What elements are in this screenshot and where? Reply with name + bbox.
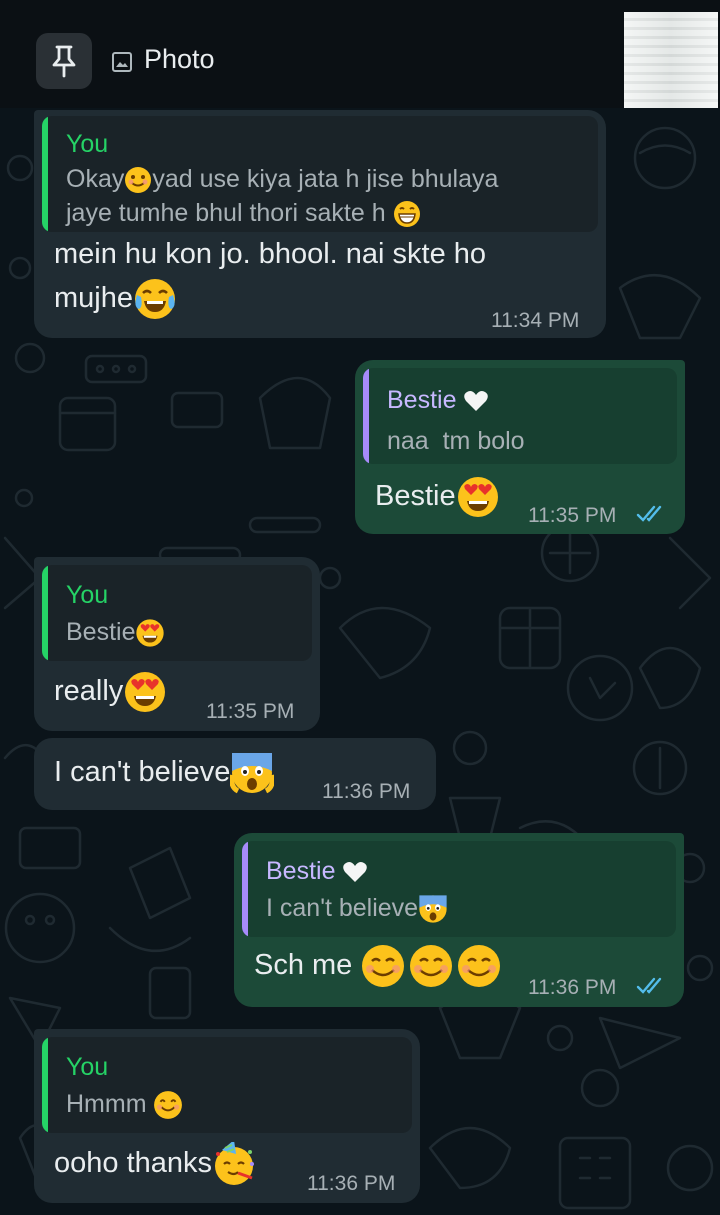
message-bubble[interactable]: You Bestie really 11:35 PM (34, 557, 320, 731)
message-time: 11:35 PM (206, 700, 295, 723)
quote-accent-bar (42, 116, 48, 232)
image-icon (112, 52, 132, 72)
white-heart-icon (464, 391, 489, 412)
quoted-message[interactable]: Bestie I can't believe (242, 841, 676, 937)
quoted-message[interactable]: You Hmmm (42, 1037, 412, 1133)
quote-accent-bar (42, 1037, 48, 1133)
read-ticks-icon (636, 977, 662, 994)
quote-sender-name: Bestie (266, 857, 368, 886)
message-time: 11:36 PM (322, 780, 411, 803)
message-time: 11:36 PM (528, 976, 617, 999)
quoted-message[interactable]: You Bestie (42, 565, 312, 661)
message-time: 11:35 PM (528, 504, 617, 527)
quote-accent-bar (242, 841, 248, 937)
tears-of-joy-emoji-icon (135, 279, 175, 320)
quote-sender-name: You (66, 1053, 109, 1081)
quote-accent-bar (363, 368, 369, 464)
message-bubble[interactable]: You Okay yad use kiya jata h jise bhulaya… (34, 110, 606, 338)
white-heart-icon (343, 862, 368, 883)
pin-icon (52, 45, 76, 78)
read-ticks-icon (636, 505, 662, 522)
message-bubble[interactable]: You Hmmm ooho thanks 11:36 PM (34, 1029, 420, 1203)
partying-face-emoji-icon (215, 1142, 255, 1186)
grinning-emoji-icon (393, 201, 420, 228)
quoted-message[interactable]: Bestie naa tm bolo (363, 368, 677, 464)
smiling-emoji-icon (154, 1091, 183, 1120)
message-bubble[interactable]: Bestie I can't believe Sch me 11:36 PM (234, 833, 684, 1007)
message-text: mein hu kon jo. bhool. nai skte ho mujhe (54, 232, 594, 321)
message-text: really (54, 669, 167, 714)
quote-text: Bestie (66, 615, 165, 649)
message-time: 11:36 PM (307, 1172, 396, 1195)
quote-sender-name: You (66, 130, 109, 158)
photo-label: Photo (144, 44, 215, 74)
message-text: Bestie (375, 474, 500, 519)
quote-text: I can't believe (266, 891, 448, 925)
smiling-emoji-icon (362, 945, 501, 988)
screaming-emoji-icon (230, 753, 275, 794)
quote-sender-name: You (66, 581, 109, 609)
message-text: Sch me (254, 943, 504, 989)
quoted-message[interactable]: You Okay yad use kiya jata h jise bhulaya… (42, 116, 598, 232)
heart-eyes-emoji-icon (136, 619, 165, 648)
selection-top-bar: Photo (0, 0, 720, 108)
message-bubble[interactable]: I can't believe 11:36 PM (34, 738, 436, 810)
screaming-emoji-icon (419, 895, 447, 924)
pin-button[interactable] (36, 33, 92, 89)
quote-sender-name: Bestie (387, 386, 489, 415)
message-time: 11:34 PM (491, 309, 580, 332)
quote-text: naa tm bolo (387, 427, 525, 455)
message-text: I can't believe (54, 750, 275, 795)
smiling-emoji-icon (125, 167, 152, 194)
quote-text: Hmmm (66, 1087, 183, 1121)
photo-thumbnail[interactable] (624, 12, 718, 108)
heart-eyes-emoji-icon (457, 477, 498, 518)
message-text: ooho thanks (54, 1141, 256, 1186)
message-bubble[interactable]: Bestie naa tm bolo Bestie 11:35 PM (355, 360, 685, 534)
heart-eyes-emoji-icon (125, 672, 166, 713)
quote-text: Okay yad use kiya jata h jise bhulaya jay… (66, 165, 499, 228)
quote-accent-bar (42, 565, 48, 661)
